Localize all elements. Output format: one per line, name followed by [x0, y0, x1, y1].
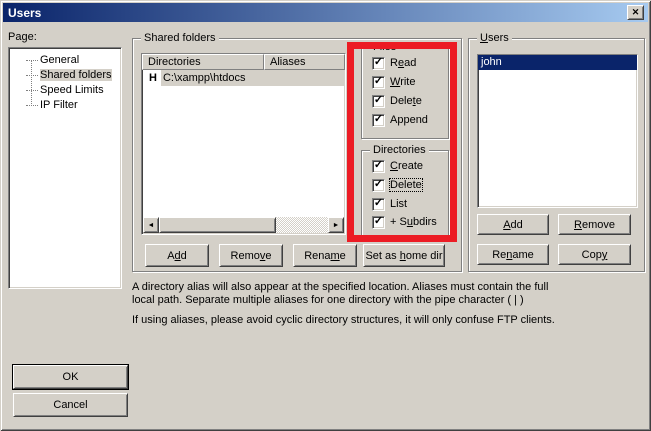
checkbox-checked-icon: [372, 57, 385, 70]
checkbox-checked-icon: [372, 179, 385, 192]
user-remove-button[interactable]: Remove: [558, 214, 631, 235]
checkbox-list[interactable]: List: [372, 197, 407, 211]
folder-add-button[interactable]: Add: [145, 244, 209, 267]
alias-help-paragraph-1: A directory alias will also appear at th…: [132, 281, 556, 307]
scrollbar-thumb[interactable]: [159, 217, 276, 233]
directory-path: C:\xampp\htdocs: [161, 70, 345, 86]
horizontal-scrollbar[interactable]: ◄ ►: [143, 217, 344, 233]
close-button[interactable]: ✕: [627, 5, 644, 20]
folder-rename-button[interactable]: Rename: [293, 244, 357, 267]
scroll-left-icon: ◄: [148, 222, 155, 229]
checkbox-append[interactable]: Append: [372, 113, 428, 127]
column-header-directories[interactable]: Directories: [142, 54, 264, 70]
alias-help-text: A directory alias will also appear at th…: [132, 281, 556, 327]
cancel-button[interactable]: Cancel: [13, 393, 128, 417]
window-title: Users: [3, 6, 41, 20]
ok-button[interactable]: OK: [13, 365, 128, 389]
folder-remove-button[interactable]: Remove: [219, 244, 283, 267]
checkbox-checked-icon: [372, 198, 385, 211]
checkbox-checked-icon: [372, 216, 385, 229]
checkbox-create[interactable]: Create: [372, 159, 423, 173]
checkbox-delete-dir[interactable]: Delete: [372, 178, 422, 192]
page-label: Page:: [8, 31, 37, 43]
user-add-button[interactable]: Add: [477, 214, 549, 235]
page-item-ip-filter[interactable]: IP Filter: [9, 98, 121, 113]
page-item-general[interactable]: General: [9, 53, 121, 68]
checkbox-write[interactable]: Write: [372, 75, 415, 89]
directory-row[interactable]: H C:\xampp\htdocs: [142, 70, 345, 86]
user-rename-button[interactable]: Rename: [477, 244, 549, 265]
directories-group-label: Directories: [370, 144, 429, 156]
page-item-shared-folders[interactable]: Shared folders: [9, 68, 121, 83]
user-row-john[interactable]: john: [478, 55, 637, 70]
directories-permissions-group: Directories Create Delete List + Subdirs: [361, 150, 449, 240]
users-group-label: Users: [477, 32, 512, 44]
column-header-aliases[interactable]: Aliases: [264, 54, 345, 70]
checkbox-checked-icon: [372, 160, 385, 173]
shared-folders-group-label: Shared folders: [141, 32, 219, 44]
title-bar[interactable]: Users ✕: [3, 3, 648, 22]
users-dialog: Users ✕ Page: General Shared folders Spe…: [0, 0, 651, 431]
files-group-label: Files: [370, 41, 399, 53]
scroll-right-icon: ►: [333, 222, 340, 229]
checkbox-checked-icon: [372, 114, 385, 127]
user-copy-button[interactable]: Copy: [558, 244, 631, 265]
listview-header: Directories Aliases: [142, 54, 345, 70]
users-list: john: [477, 54, 638, 208]
scroll-left-button[interactable]: ◄: [143, 217, 159, 233]
close-icon: ✕: [632, 8, 640, 17]
scroll-right-button[interactable]: ►: [328, 217, 344, 233]
checkbox-read[interactable]: Read: [372, 56, 416, 70]
files-permissions-group: Files Read Write Delete Append: [361, 47, 449, 139]
directories-listview: Directories Aliases H C:\xampp\htdocs ◄ …: [141, 53, 346, 235]
page-item-speed-limits[interactable]: Speed Limits: [9, 83, 121, 98]
checkbox-checked-icon: [372, 76, 385, 89]
users-group: Users john Add Remove Rename Copy: [468, 38, 645, 272]
page-list: General Shared folders Speed Limits IP F…: [8, 47, 122, 289]
scrollbar-track[interactable]: [276, 217, 328, 233]
set-as-home-dir-button[interactable]: Set as home dir: [363, 244, 445, 267]
home-marker: H: [142, 70, 157, 86]
checkbox-subdirs[interactable]: + Subdirs: [372, 215, 437, 229]
checkbox-delete-file[interactable]: Delete: [372, 94, 422, 108]
alias-help-paragraph-2: If using aliases, please avoid cyclic di…: [132, 314, 556, 327]
checkbox-checked-icon: [372, 95, 385, 108]
